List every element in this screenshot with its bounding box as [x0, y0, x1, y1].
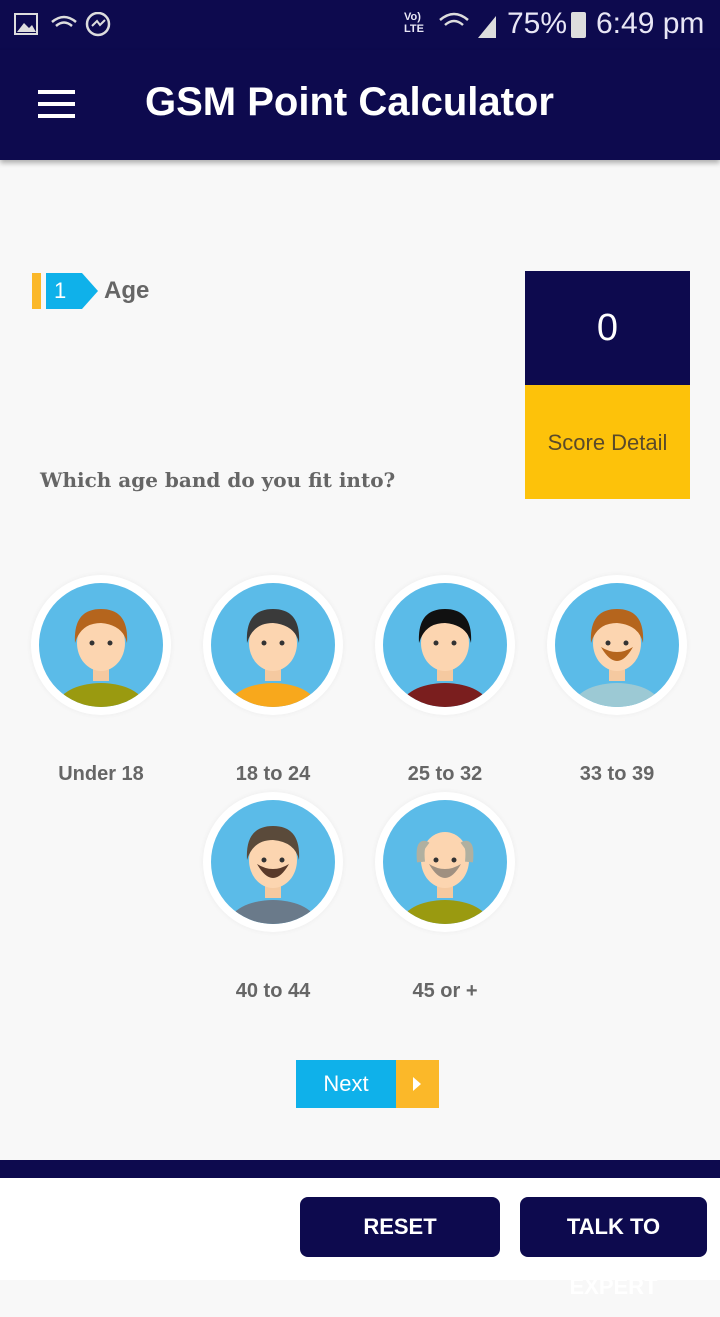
question-text: Which age band do you fit into? — [40, 468, 396, 492]
menu-icon[interactable] — [38, 90, 75, 118]
footer-band — [0, 1160, 720, 1178]
avatar — [31, 575, 171, 715]
avatar — [375, 792, 515, 932]
age-option[interactable]: 18 to 24 — [198, 575, 348, 786]
talk-to-expert-button[interactable]: TALK TO EXPERT — [520, 1197, 707, 1299]
age-option-label: Under 18 — [58, 763, 144, 785]
status-bar: Vo) LTE 75% 6:49 pm — [0, 0, 720, 50]
app-toolbar: GSM Point Calculator — [0, 50, 720, 160]
bottom-bar: RESET TALK TO EXPERT — [0, 1178, 720, 1299]
next-button[interactable]: Next — [296, 1060, 439, 1108]
step-bar — [32, 273, 41, 309]
person-avatar-icon — [555, 583, 679, 707]
person-avatar-icon — [211, 583, 335, 707]
age-option[interactable]: 45 or + — [370, 792, 520, 1003]
lte-icon: Vo) LTE — [404, 11, 424, 35]
next-label: Next — [296, 1060, 396, 1108]
person-avatar-icon — [383, 583, 507, 707]
page-title: GSM Point Calculator — [145, 80, 554, 124]
battery-icon — [571, 12, 586, 38]
age-option-label: 33 to 39 — [579, 763, 655, 785]
age-option-label: 45 or + — [412, 980, 478, 1002]
step-label: Age — [104, 277, 150, 304]
age-option-label: 18 to 24 — [235, 763, 311, 785]
age-option[interactable]: 40 to 44 — [198, 792, 348, 1003]
age-option-label: 25 to 32 — [407, 763, 483, 785]
score-detail-button[interactable]: Score Detail — [525, 385, 690, 499]
score-value: 0 — [525, 271, 690, 385]
age-option[interactable]: 25 to 32 — [370, 575, 520, 786]
notification-icons — [14, 12, 111, 37]
person-avatar-icon — [211, 800, 335, 924]
avatar — [375, 575, 515, 715]
reset-button[interactable]: RESET — [300, 1197, 500, 1257]
age-option-label: 40 to 44 — [235, 980, 311, 1002]
avatar — [203, 575, 343, 715]
clock: 6:49 pm — [596, 7, 705, 40]
age-option[interactable]: Under 18 — [26, 575, 176, 786]
battery-percent: 75% — [507, 7, 568, 40]
signal-icon — [439, 12, 496, 38]
avatar — [547, 575, 687, 715]
avatar — [203, 792, 343, 932]
person-avatar-icon — [383, 800, 507, 924]
person-avatar-icon — [39, 583, 163, 707]
step-number: 1 — [46, 273, 98, 309]
arrow-right-icon — [396, 1060, 439, 1108]
age-option[interactable]: 33 to 39 — [542, 575, 692, 786]
step-indicator: 1 Age — [32, 273, 149, 309]
